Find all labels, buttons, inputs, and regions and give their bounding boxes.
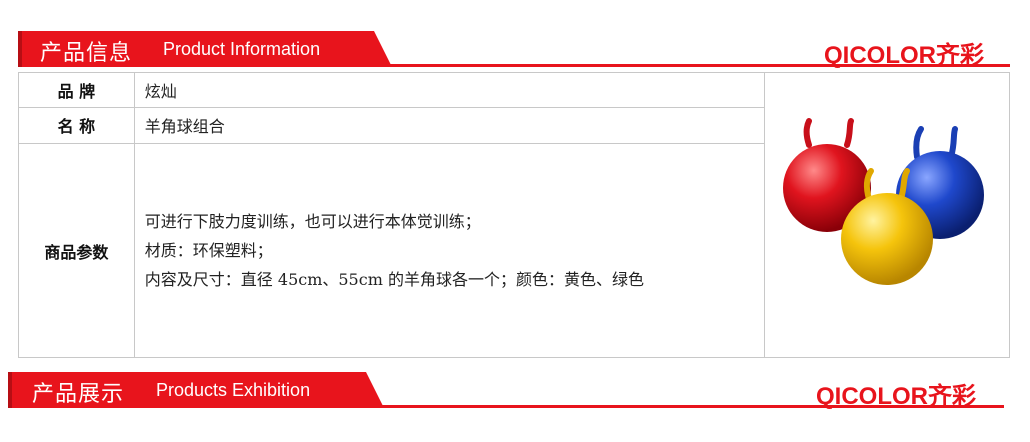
product-image-cell [763, 72, 1011, 358]
param-line: 材质：环保塑料； [144, 241, 273, 261]
product-info-table: 品 牌 炫灿 名 称 羊角球组合 商品参数 可进行下肢力度训练，也可以进行本体觉… [18, 72, 1011, 358]
section-title-cn: 产品信息 [40, 41, 133, 66]
brand-logo: QICOLOR齐彩 [816, 376, 976, 411]
row-label: 品 牌 [18, 72, 135, 108]
logo-text: QICOLOR [816, 383, 928, 410]
param-line: 可进行下肢力度训练，也可以进行本体觉训练； [144, 212, 481, 232]
product-image [782, 118, 984, 285]
product-info-banner: 产品信息 Product Information QICOLOR齐彩 [0, 31, 1030, 77]
logo-text: QICOLOR [824, 42, 936, 69]
logo-mark: 齐彩 [928, 382, 976, 410]
logo-mark: 齐彩 [936, 41, 984, 69]
param-line: 内容及尺寸：直径 45cm、55cm 的羊角球各一个；颜色：黄色、绿色 [144, 270, 644, 290]
brand-logo: QICOLOR齐彩 [824, 35, 984, 70]
params-value: 可进行下肢力度训练，也可以进行本体觉训练； 材质：环保塑料； 内容及尺寸：直径 … [133, 143, 765, 358]
row-label: 商品参数 [18, 143, 135, 358]
row-label: 名 称 [18, 106, 135, 145]
section-title-en: Products Exhibition [156, 380, 311, 400]
section-title-cn: 产品展示 [32, 382, 125, 407]
product-exhibition-banner: 产品展示 Products Exhibition QICOLOR齐彩 [0, 372, 1030, 418]
section-title-en: Product Information [163, 39, 321, 59]
table-row: 品 牌 炫灿 [18, 72, 1011, 358]
row-value: 羊角球组合 [133, 106, 765, 145]
row-value: 炫灿 [133, 72, 765, 108]
